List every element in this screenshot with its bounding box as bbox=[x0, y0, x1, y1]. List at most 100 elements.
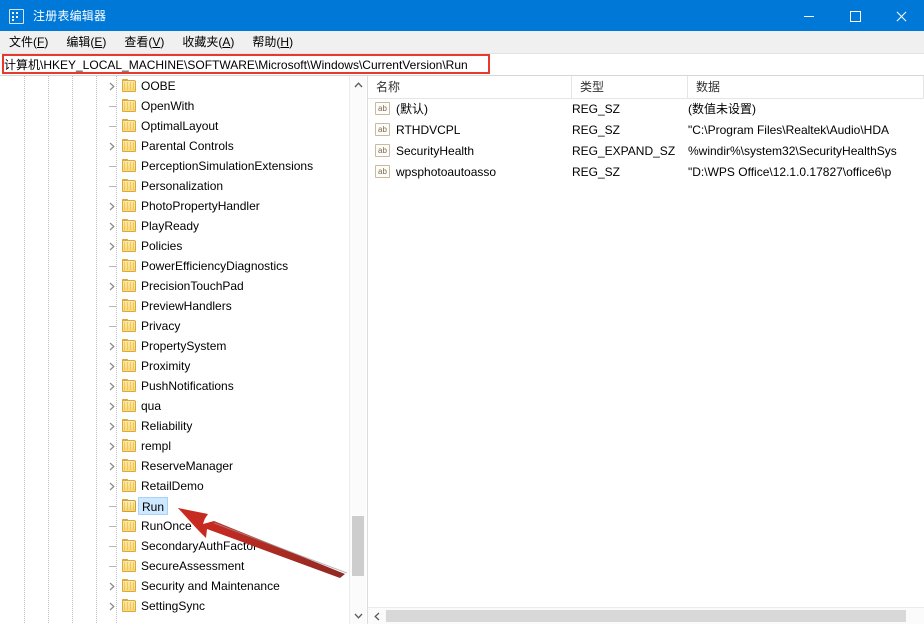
tree-leaf-marker bbox=[104, 516, 120, 536]
chevron-right-icon[interactable] bbox=[104, 236, 120, 256]
maximize-button[interactable] bbox=[832, 0, 878, 31]
values-column-header: 名称 类型 数据 bbox=[368, 76, 924, 99]
close-button[interactable] bbox=[878, 0, 924, 31]
column-header-label: 数据 bbox=[696, 80, 721, 94]
registry-editor-icon bbox=[9, 8, 25, 24]
tree-item-label: SecureAssessment bbox=[141, 559, 245, 573]
column-header-3[interactable]: 数据 bbox=[688, 76, 924, 98]
folder-icon bbox=[121, 159, 138, 173]
tree-item[interactable]: RetailDemo bbox=[0, 476, 350, 496]
chevron-right-icon[interactable] bbox=[104, 596, 120, 616]
tree-item[interactable]: PrecisionTouchPad bbox=[0, 276, 350, 296]
tree-item[interactable]: SecondaryAuthFactor bbox=[0, 536, 350, 556]
tree-item[interactable]: OptimalLayout bbox=[0, 116, 350, 136]
tree-item[interactable]: RunOnce bbox=[0, 516, 350, 536]
tree-item-label: RunOnce bbox=[141, 519, 192, 533]
tree-item[interactable]: OpenWith bbox=[0, 96, 350, 116]
folder-icon bbox=[121, 199, 138, 213]
value-row[interactable]: ab wpsphotoautoasso REG_SZ "D:\WPS Office\1… bbox=[368, 161, 924, 182]
scroll-left-arrow[interactable] bbox=[368, 608, 385, 624]
folder-icon bbox=[121, 559, 138, 573]
tree-item[interactable]: Privacy bbox=[0, 316, 350, 336]
tree-item[interactable]: PushNotifications bbox=[0, 376, 350, 396]
tree-leaf-marker bbox=[104, 156, 120, 176]
tree-item[interactable]: OOBE bbox=[0, 76, 350, 96]
registry-editor-window: 注册表编辑器 文件(F) 编辑(E) 查看(V) 收藏夹(A) 帮助(H) 计算机\HK… bbox=[0, 0, 924, 624]
chevron-right-icon[interactable] bbox=[104, 276, 120, 296]
tree-item[interactable]: Reliability bbox=[0, 416, 350, 436]
chevron-right-icon[interactable] bbox=[104, 576, 120, 596]
scroll-down-arrow[interactable] bbox=[350, 607, 366, 624]
column-header-1[interactable]: 名称 bbox=[368, 76, 572, 98]
tree-item[interactable]: SettingSync bbox=[0, 596, 350, 616]
value-name-cell: ab SecurityHealth bbox=[368, 144, 572, 158]
tree-leaf-marker bbox=[104, 556, 120, 576]
tree-leaf-marker bbox=[104, 96, 120, 116]
menu-item-3[interactable]: 查看(V) bbox=[115, 32, 173, 52]
value-name-label: (默认) bbox=[396, 102, 428, 116]
chevron-right-icon[interactable] bbox=[104, 336, 120, 356]
value-row[interactable]: ab RTHDVCPL REG_SZ "C:\Program Files\Realte… bbox=[368, 119, 924, 140]
chevron-right-icon[interactable] bbox=[104, 436, 120, 456]
folder-icon bbox=[121, 179, 138, 193]
tree-leaf-marker bbox=[104, 496, 120, 516]
folder-icon bbox=[121, 419, 138, 433]
chevron-right-icon[interactable] bbox=[104, 456, 120, 476]
chevron-right-icon[interactable] bbox=[104, 216, 120, 236]
tree-leaf-marker bbox=[104, 116, 120, 136]
tree-item-label: Security and Maintenance bbox=[141, 579, 280, 593]
tree-item[interactable]: PhotoPropertyHandler bbox=[0, 196, 350, 216]
value-data-cell: %windir%\system32\SecurityHealthSys bbox=[688, 143, 897, 158]
address-field[interactable]: 计算机\HKEY_LOCAL_MACHINE\SOFTWARE\Microsof… bbox=[0, 53, 924, 76]
chevron-right-icon[interactable] bbox=[104, 476, 120, 496]
ab-string-icon: ab bbox=[375, 123, 390, 136]
menu-item-2[interactable]: 编辑(E) bbox=[57, 32, 115, 52]
scroll-up-arrow[interactable] bbox=[350, 76, 366, 93]
tree-vertical-scrollbar[interactable] bbox=[349, 76, 366, 624]
chevron-right-icon[interactable] bbox=[104, 136, 120, 156]
menu-item-4[interactable]: 收藏夹(A) bbox=[173, 32, 243, 52]
tree-item-selected[interactable]: Run bbox=[0, 496, 350, 516]
tree-item[interactable]: rempl bbox=[0, 436, 350, 456]
chevron-right-icon[interactable] bbox=[104, 416, 120, 436]
tree-item-label: PreviewHandlers bbox=[141, 299, 232, 313]
chevron-right-icon[interactable] bbox=[104, 196, 120, 216]
folder-icon bbox=[121, 279, 138, 293]
chevron-right-icon[interactable] bbox=[104, 396, 120, 416]
tree-item-label: RetailDemo bbox=[141, 479, 204, 493]
chevron-right-icon[interactable] bbox=[104, 356, 120, 376]
values-scroll-thumb[interactable] bbox=[386, 610, 906, 622]
tree-item[interactable]: PropertySystem bbox=[0, 336, 350, 356]
chevron-right-icon[interactable] bbox=[104, 376, 120, 396]
value-name-label: wpsphotoautoasso bbox=[396, 164, 497, 179]
menu-item-1[interactable]: 文件(F) bbox=[0, 32, 57, 52]
tree-item[interactable]: ReserveManager bbox=[0, 456, 350, 476]
value-type-cell: REG_EXPAND_SZ bbox=[572, 143, 676, 158]
tree-item[interactable]: PlayReady bbox=[0, 216, 350, 236]
menu-item-5[interactable]: 帮助(H) bbox=[243, 32, 302, 52]
tree-item[interactable]: Personalization bbox=[0, 176, 350, 196]
value-row[interactable]: ab SecurityHealth REG_EXPAND_SZ %windir%\sy… bbox=[368, 140, 924, 161]
tree-item-label: ReserveManager bbox=[141, 459, 234, 473]
tree-item[interactable]: SecureAssessment bbox=[0, 556, 350, 576]
tree-item[interactable]: Parental Controls bbox=[0, 136, 350, 156]
tree-item[interactable]: qua bbox=[0, 396, 350, 416]
value-row[interactable]: ab (默认) REG_SZ (数值未设置) bbox=[368, 98, 924, 119]
values-horizontal-scrollbar[interactable] bbox=[368, 607, 924, 624]
minimize-button[interactable] bbox=[786, 0, 832, 31]
tree-item[interactable]: PowerEfficiencyDiagnostics bbox=[0, 256, 350, 276]
menu-item-label: 查看(V) bbox=[124, 35, 165, 49]
value-type-cell: REG_SZ bbox=[572, 101, 621, 116]
folder-icon bbox=[121, 299, 138, 313]
tree-leaf-marker bbox=[104, 256, 120, 276]
tree-item-label: OpenWith bbox=[141, 99, 195, 113]
column-header-2[interactable]: 类型 bbox=[572, 76, 688, 98]
tree-item[interactable]: PerceptionSimulationExtensions bbox=[0, 156, 350, 176]
tree-item[interactable]: Proximity bbox=[0, 356, 350, 376]
tree-item[interactable]: Policies bbox=[0, 236, 350, 256]
registry-tree-viewport[interactable]: OOBE OpenWith OptimalLayout Parental Contro… bbox=[0, 76, 350, 624]
tree-item[interactable]: Security and Maintenance bbox=[0, 576, 350, 596]
tree-scroll-thumb[interactable] bbox=[352, 516, 364, 576]
tree-item[interactable]: PreviewHandlers bbox=[0, 296, 350, 316]
chevron-right-icon[interactable] bbox=[104, 76, 120, 96]
